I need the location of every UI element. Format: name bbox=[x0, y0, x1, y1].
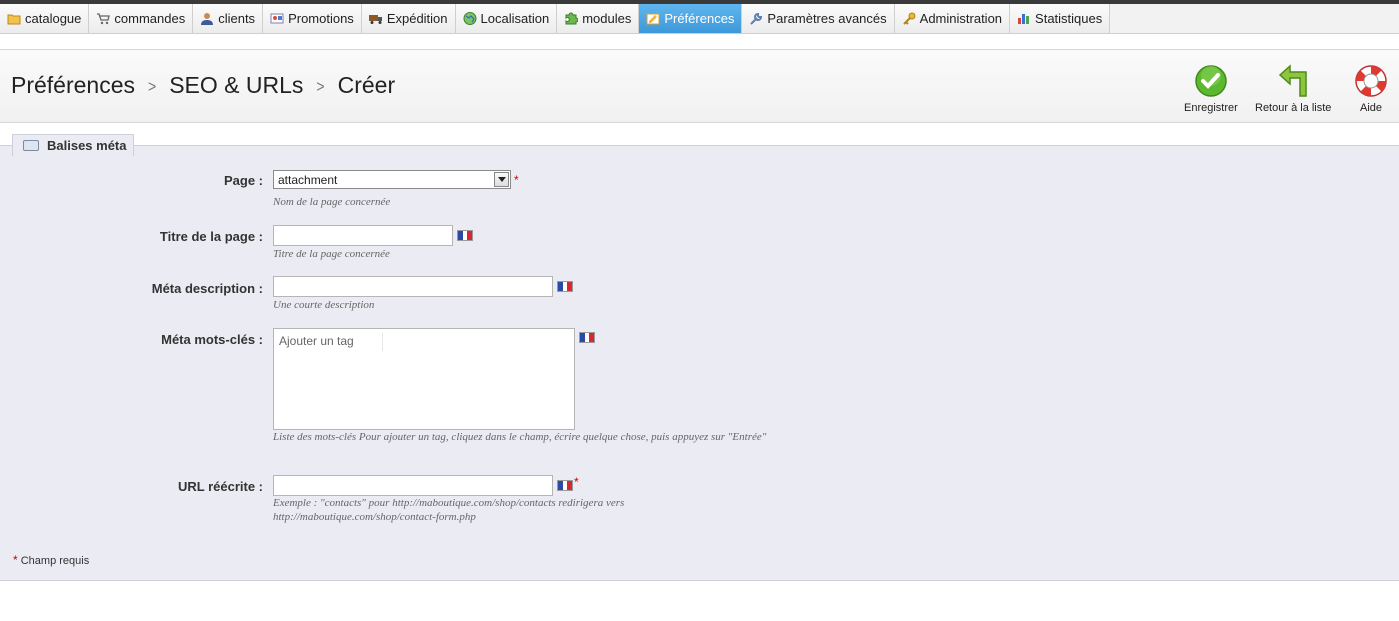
user-icon bbox=[200, 12, 214, 25]
cart-icon bbox=[96, 12, 111, 25]
keyboard-icon bbox=[23, 140, 39, 151]
breadcrumb-item: Créer bbox=[337, 72, 396, 98]
menu-item-modules[interactable]: modules bbox=[557, 4, 640, 33]
field-label: Page : bbox=[223, 173, 263, 188]
menu-item-label: commandes bbox=[114, 11, 186, 26]
french-flag-icon[interactable] bbox=[557, 281, 573, 292]
meta-keywords-tagbox[interactable]: Ajouter un tag bbox=[273, 328, 575, 430]
menu-item-label: Administration bbox=[919, 11, 1003, 26]
menu-item-label: Préférences bbox=[664, 11, 735, 26]
menu-item-localisation[interactable]: Localisation bbox=[455, 4, 558, 33]
lifebuoy-icon bbox=[1354, 64, 1388, 98]
menu-item-administration[interactable]: Administration bbox=[894, 4, 1011, 33]
bar-chart-icon bbox=[1017, 12, 1031, 25]
field-label: URL réécrite : bbox=[177, 479, 263, 494]
return-arrow-icon bbox=[1276, 64, 1310, 98]
menu-item-preferences[interactable]: Préférences bbox=[639, 4, 743, 33]
required-note-label: Champ requis bbox=[20, 555, 90, 567]
menu-item-label: Expédition bbox=[386, 11, 448, 26]
legend-label: Balises méta bbox=[47, 138, 127, 153]
page-toolbar: Préférences > SEO & URLs > Créer Enregis… bbox=[0, 49, 1399, 123]
required-mark: * bbox=[514, 172, 519, 187]
globe-icon bbox=[463, 12, 477, 25]
breadcrumb-item[interactable]: Préférences bbox=[11, 72, 135, 99]
breadcrumb-item[interactable]: SEO & URLs bbox=[169, 72, 303, 99]
menu-item-parametres-avances[interactable]: Paramètres avancés bbox=[742, 4, 895, 33]
menu-item-label: Localisation bbox=[480, 11, 550, 26]
menu-item-label: Promotions bbox=[288, 11, 354, 26]
breadcrumb: Préférences > SEO & URLs > Créer bbox=[11, 72, 395, 99]
menu-item-label: clients bbox=[218, 11, 256, 26]
french-flag-icon[interactable] bbox=[579, 332, 595, 343]
menu-item-promotions[interactable]: Promotions bbox=[263, 4, 362, 33]
required-note: * Champ requis bbox=[13, 553, 89, 567]
wrench-icon bbox=[749, 12, 763, 25]
puzzle-icon bbox=[564, 12, 579, 25]
page-select[interactable]: attachment bbox=[273, 170, 511, 189]
preferences-icon bbox=[646, 12, 660, 25]
field-hint: Une courte description bbox=[273, 299, 375, 311]
key-icon bbox=[902, 12, 916, 25]
menu-item-label: Paramètres avancés bbox=[767, 11, 887, 26]
chevron-right-icon: > bbox=[316, 75, 325, 96]
tag-input[interactable]: Ajouter un tag bbox=[278, 333, 383, 351]
rewritten-url-input[interactable] bbox=[273, 475, 553, 496]
menu-item-commandes[interactable]: commandes bbox=[89, 4, 194, 33]
required-mark: * bbox=[13, 553, 18, 567]
menu-item-statistiques[interactable]: Statistiques bbox=[1010, 4, 1111, 33]
help-button[interactable]: Aide bbox=[1354, 64, 1388, 114]
field-hint: Nom de la page concernée bbox=[273, 196, 391, 208]
french-flag-icon[interactable] bbox=[557, 480, 573, 491]
field-hint: Liste des mots-clés Pour ajouter un tag,… bbox=[273, 431, 767, 443]
fieldset-legend: Balises méta bbox=[12, 134, 134, 156]
french-flag-icon[interactable] bbox=[457, 230, 473, 241]
page-select-value: attachment bbox=[278, 172, 338, 187]
save-label: Enregistrer bbox=[1184, 102, 1238, 114]
help-label: Aide bbox=[1359, 102, 1383, 114]
field-label: Méta description : bbox=[151, 281, 263, 296]
save-button[interactable]: Enregistrer bbox=[1184, 64, 1238, 114]
title-input[interactable] bbox=[273, 225, 453, 246]
field-label: Méta mots-clés : bbox=[161, 332, 263, 347]
chevron-down-icon[interactable] bbox=[494, 172, 509, 187]
required-mark: * bbox=[574, 474, 579, 489]
field-hint: Exemple : "contacts" pour http://mabouti… bbox=[273, 497, 625, 523]
menu-item-label: modules bbox=[582, 11, 632, 26]
menu-item-expedition[interactable]: Expédition bbox=[361, 4, 456, 33]
promotion-icon bbox=[270, 12, 284, 25]
truck-icon bbox=[368, 12, 383, 25]
meta-description-input[interactable] bbox=[273, 276, 553, 297]
chevron-right-icon: > bbox=[148, 75, 157, 96]
field-label: Titre de la page : bbox=[159, 229, 263, 244]
field-hint: Titre de la page concernée bbox=[273, 248, 390, 260]
back-label: Retour à la liste bbox=[1255, 102, 1332, 114]
main-menu: catalogue commandes clients Promotions E… bbox=[0, 4, 1399, 34]
menu-item-label: catalogue bbox=[25, 11, 82, 26]
back-to-list-button[interactable]: Retour à la liste bbox=[1255, 64, 1331, 114]
check-icon bbox=[1194, 64, 1228, 98]
menu-item-clients[interactable]: clients bbox=[193, 4, 264, 33]
menu-item-label: Statistiques bbox=[1035, 11, 1103, 26]
folder-icon bbox=[7, 12, 21, 25]
menu-item-catalogue[interactable]: catalogue bbox=[0, 4, 90, 33]
